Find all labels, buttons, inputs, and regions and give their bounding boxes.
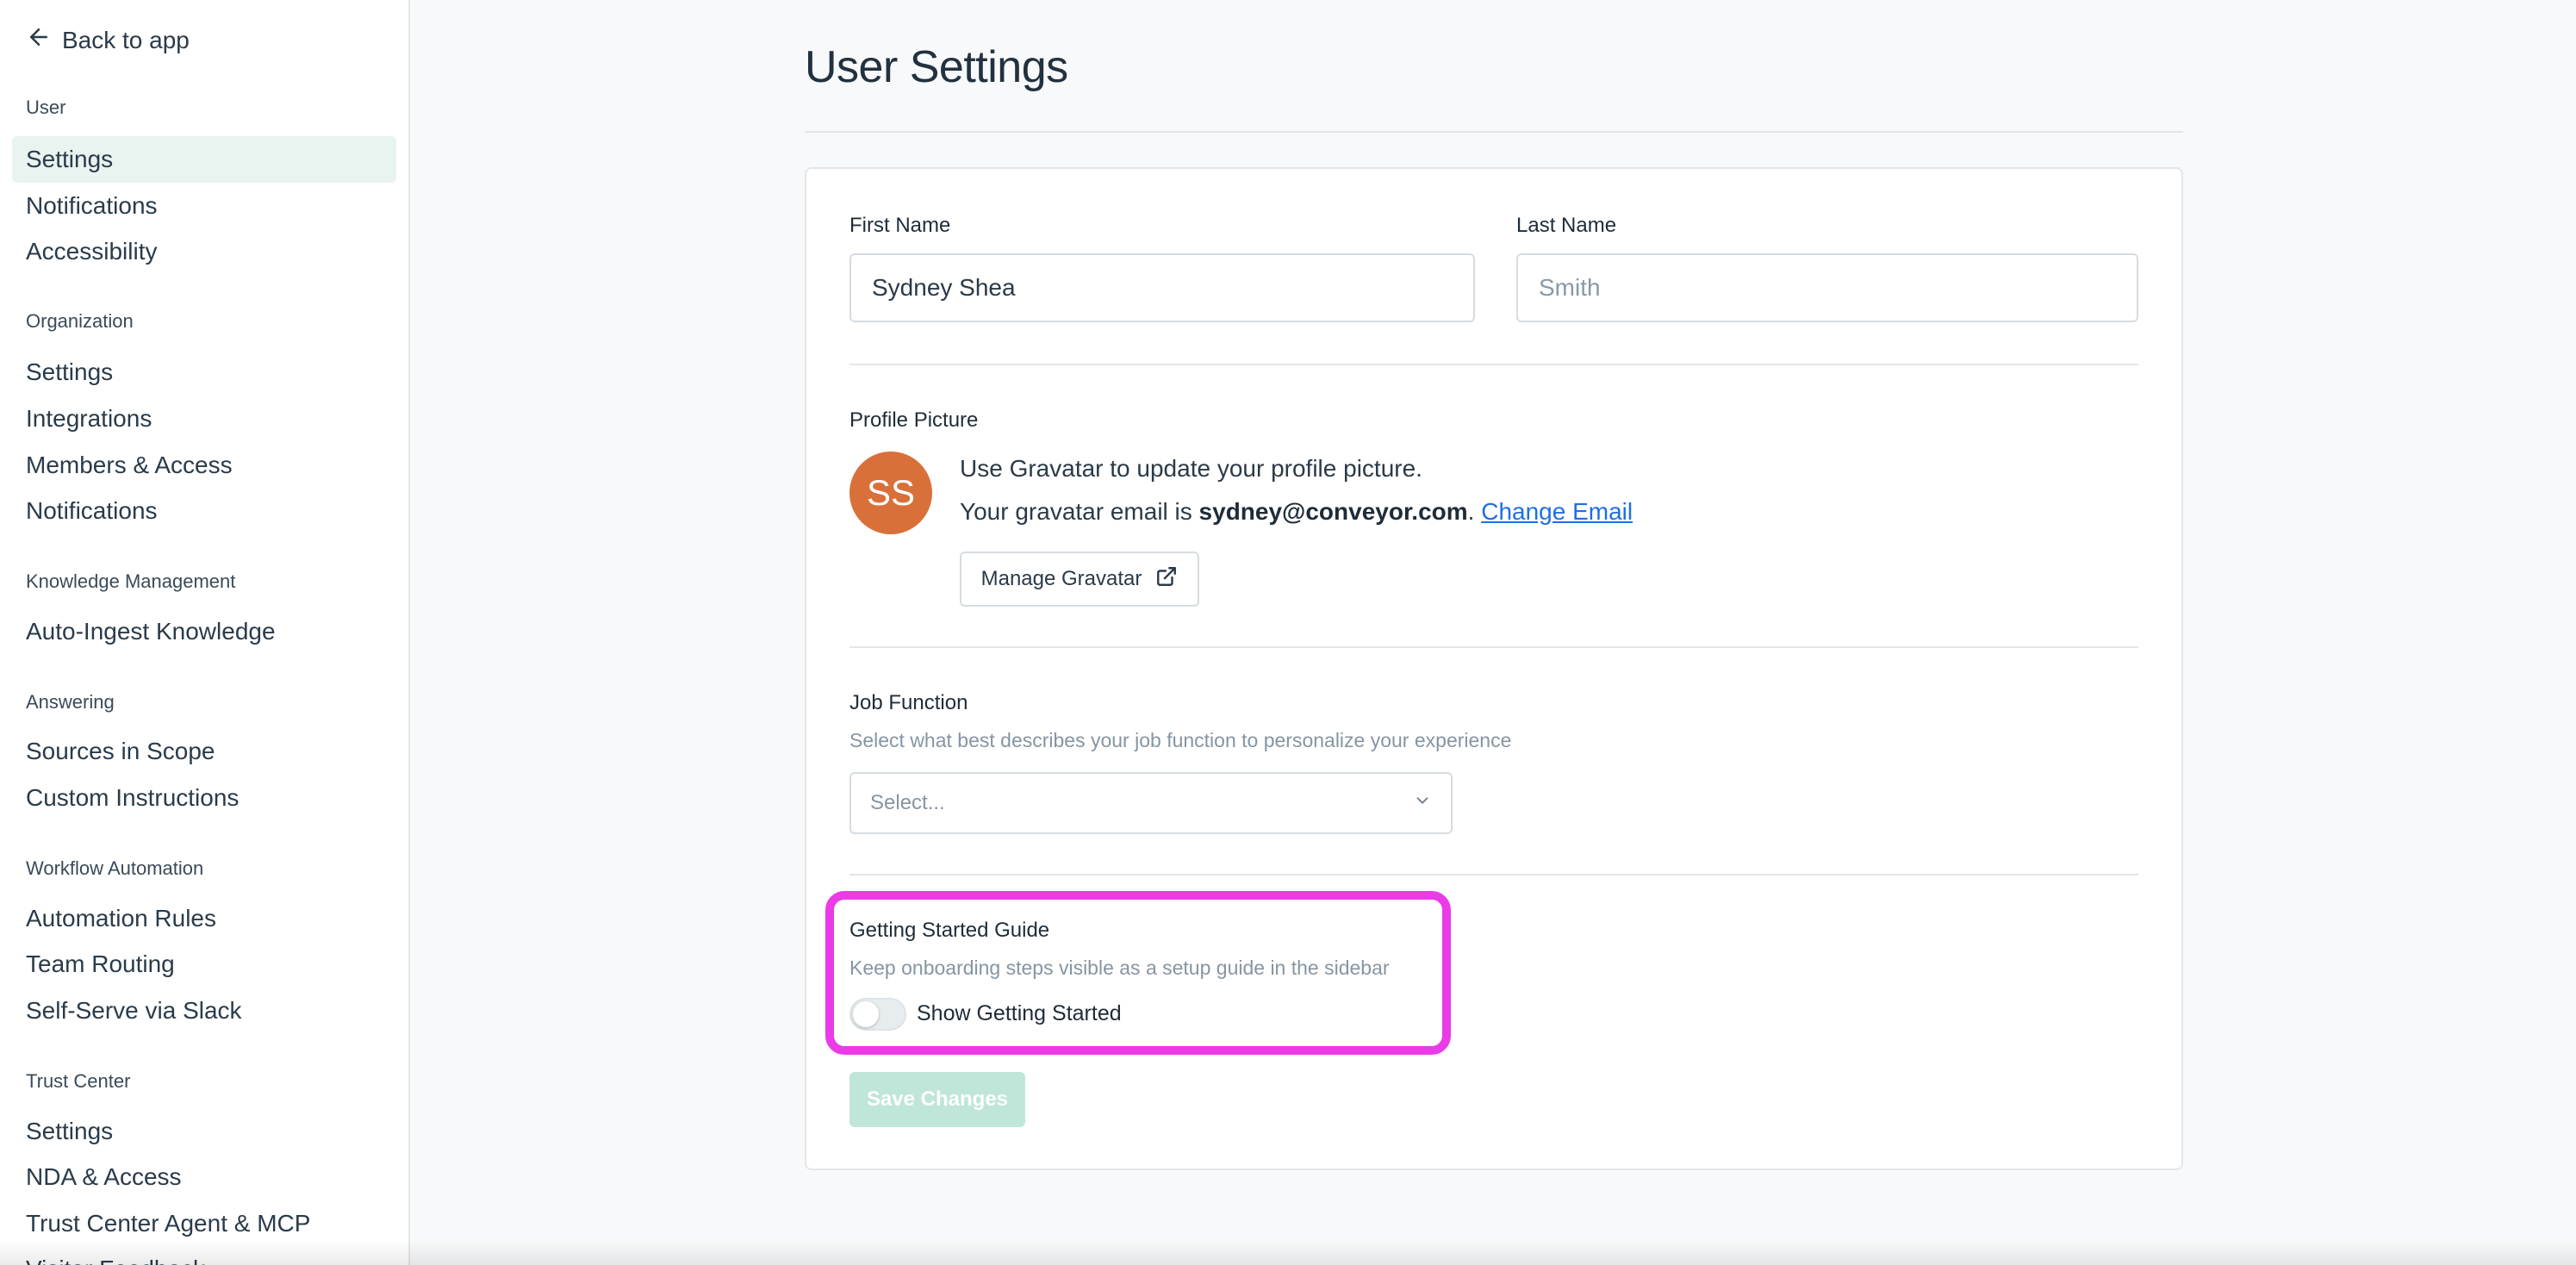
job-function-label: Job Function bbox=[849, 691, 968, 714]
sidebar-item-nda-access[interactable]: NDA & Access bbox=[12, 1154, 396, 1200]
sidebar-item-team-routing[interactable]: Team Routing bbox=[12, 941, 396, 988]
sidebar-item-automation-rules[interactable]: Automation Rules bbox=[12, 895, 396, 942]
sidebar-item-auto-ingest[interactable]: Auto-Ingest Knowledge bbox=[12, 608, 396, 655]
sidebar-item-integrations[interactable]: Integrations bbox=[12, 396, 396, 442]
sidebar-item-org-settings[interactable]: Settings bbox=[12, 349, 396, 396]
gravatar-instruction: Use Gravatar to update your profile pict… bbox=[960, 455, 1422, 482]
sidebar-item-user-notifications[interactable]: Notifications bbox=[12, 183, 396, 229]
section-divider bbox=[849, 874, 2138, 876]
external-link-icon bbox=[1155, 565, 1178, 594]
sidebar-item-trust-settings[interactable]: Settings bbox=[12, 1108, 396, 1155]
group-title-organization: Organization bbox=[26, 310, 134, 332]
gravatar-email-line: Your gravatar email is sydney@conveyor.c… bbox=[960, 498, 1633, 526]
group-title-answering: Answering bbox=[26, 691, 115, 713]
gravatar-email-suffix: . bbox=[1467, 498, 1475, 525]
last-name-label: Last Name bbox=[1516, 214, 1617, 237]
back-to-app-label: Back to app bbox=[62, 26, 190, 53]
manage-gravatar-label: Manage Gravatar bbox=[980, 567, 1142, 590]
settings-sidebar: Back to app User Settings Notifications … bbox=[0, 0, 410, 1265]
sidebar-item-visitor-feedback[interactable]: Visitor Feedback bbox=[12, 1246, 396, 1265]
group-title-trust-center: Trust Center bbox=[26, 1070, 131, 1092]
section-divider bbox=[849, 364, 2138, 365]
group-title-knowledge: Knowledge Management bbox=[26, 570, 236, 592]
user-settings-card: First Name Last Name Profile Picture SS … bbox=[805, 167, 2183, 1170]
toggle-knob bbox=[853, 1001, 879, 1027]
avatar: SS bbox=[849, 452, 932, 534]
manage-gravatar-button[interactable]: Manage Gravatar bbox=[960, 551, 1199, 607]
sidebar-item-sources-in-scope[interactable]: Sources in Scope bbox=[12, 728, 396, 775]
title-divider bbox=[805, 131, 2183, 133]
sidebar-item-members-access[interactable]: Members & Access bbox=[12, 442, 396, 489]
chevron-down-icon bbox=[1413, 791, 1432, 816]
save-changes-button[interactable]: Save Changes bbox=[849, 1072, 1025, 1127]
avatar-initials: SS bbox=[866, 472, 916, 513]
page-title: User Settings bbox=[805, 42, 1068, 92]
show-getting-started-label: Show Getting Started bbox=[917, 1001, 1122, 1025]
arrow-left-icon bbox=[26, 24, 52, 56]
show-getting-started-toggle[interactable] bbox=[849, 998, 906, 1031]
getting-started-help: Keep onboarding steps visible as a setup… bbox=[849, 957, 1390, 979]
sidebar-item-trust-agent-mcp[interactable]: Trust Center Agent & MCP bbox=[12, 1200, 396, 1247]
sidebar-item-self-serve-slack[interactable]: Self-Serve via Slack bbox=[12, 988, 396, 1034]
job-function-placeholder: Select... bbox=[870, 791, 945, 814]
sidebar-item-user-settings[interactable]: Settings bbox=[12, 136, 396, 183]
change-email-link[interactable]: Change Email bbox=[1481, 498, 1633, 525]
first-name-input[interactable] bbox=[849, 253, 1475, 322]
getting-started-label: Getting Started Guide bbox=[849, 919, 1050, 942]
sidebar-item-accessibility[interactable]: Accessibility bbox=[12, 228, 396, 275]
profile-picture-label: Profile Picture bbox=[849, 408, 979, 432]
section-divider bbox=[849, 646, 2138, 648]
job-function-select[interactable]: Select... bbox=[849, 772, 1453, 834]
gravatar-email: sydney@conveyor.com bbox=[1198, 498, 1468, 525]
group-title-user: User bbox=[26, 97, 66, 118]
sidebar-item-org-notifications[interactable]: Notifications bbox=[12, 488, 396, 534]
sidebar-item-custom-instructions[interactable]: Custom Instructions bbox=[12, 775, 396, 821]
first-name-label: First Name bbox=[849, 214, 951, 237]
last-name-input[interactable] bbox=[1516, 253, 2138, 322]
gravatar-email-prefix: Your gravatar email is bbox=[960, 498, 1199, 525]
app-root: Back to app User Settings Notifications … bbox=[0, 0, 2576, 1265]
back-to-app-link[interactable]: Back to app bbox=[26, 24, 190, 56]
job-function-help: Select what best describes your job func… bbox=[849, 729, 1512, 751]
group-title-workflow: Workflow Automation bbox=[26, 857, 204, 879]
